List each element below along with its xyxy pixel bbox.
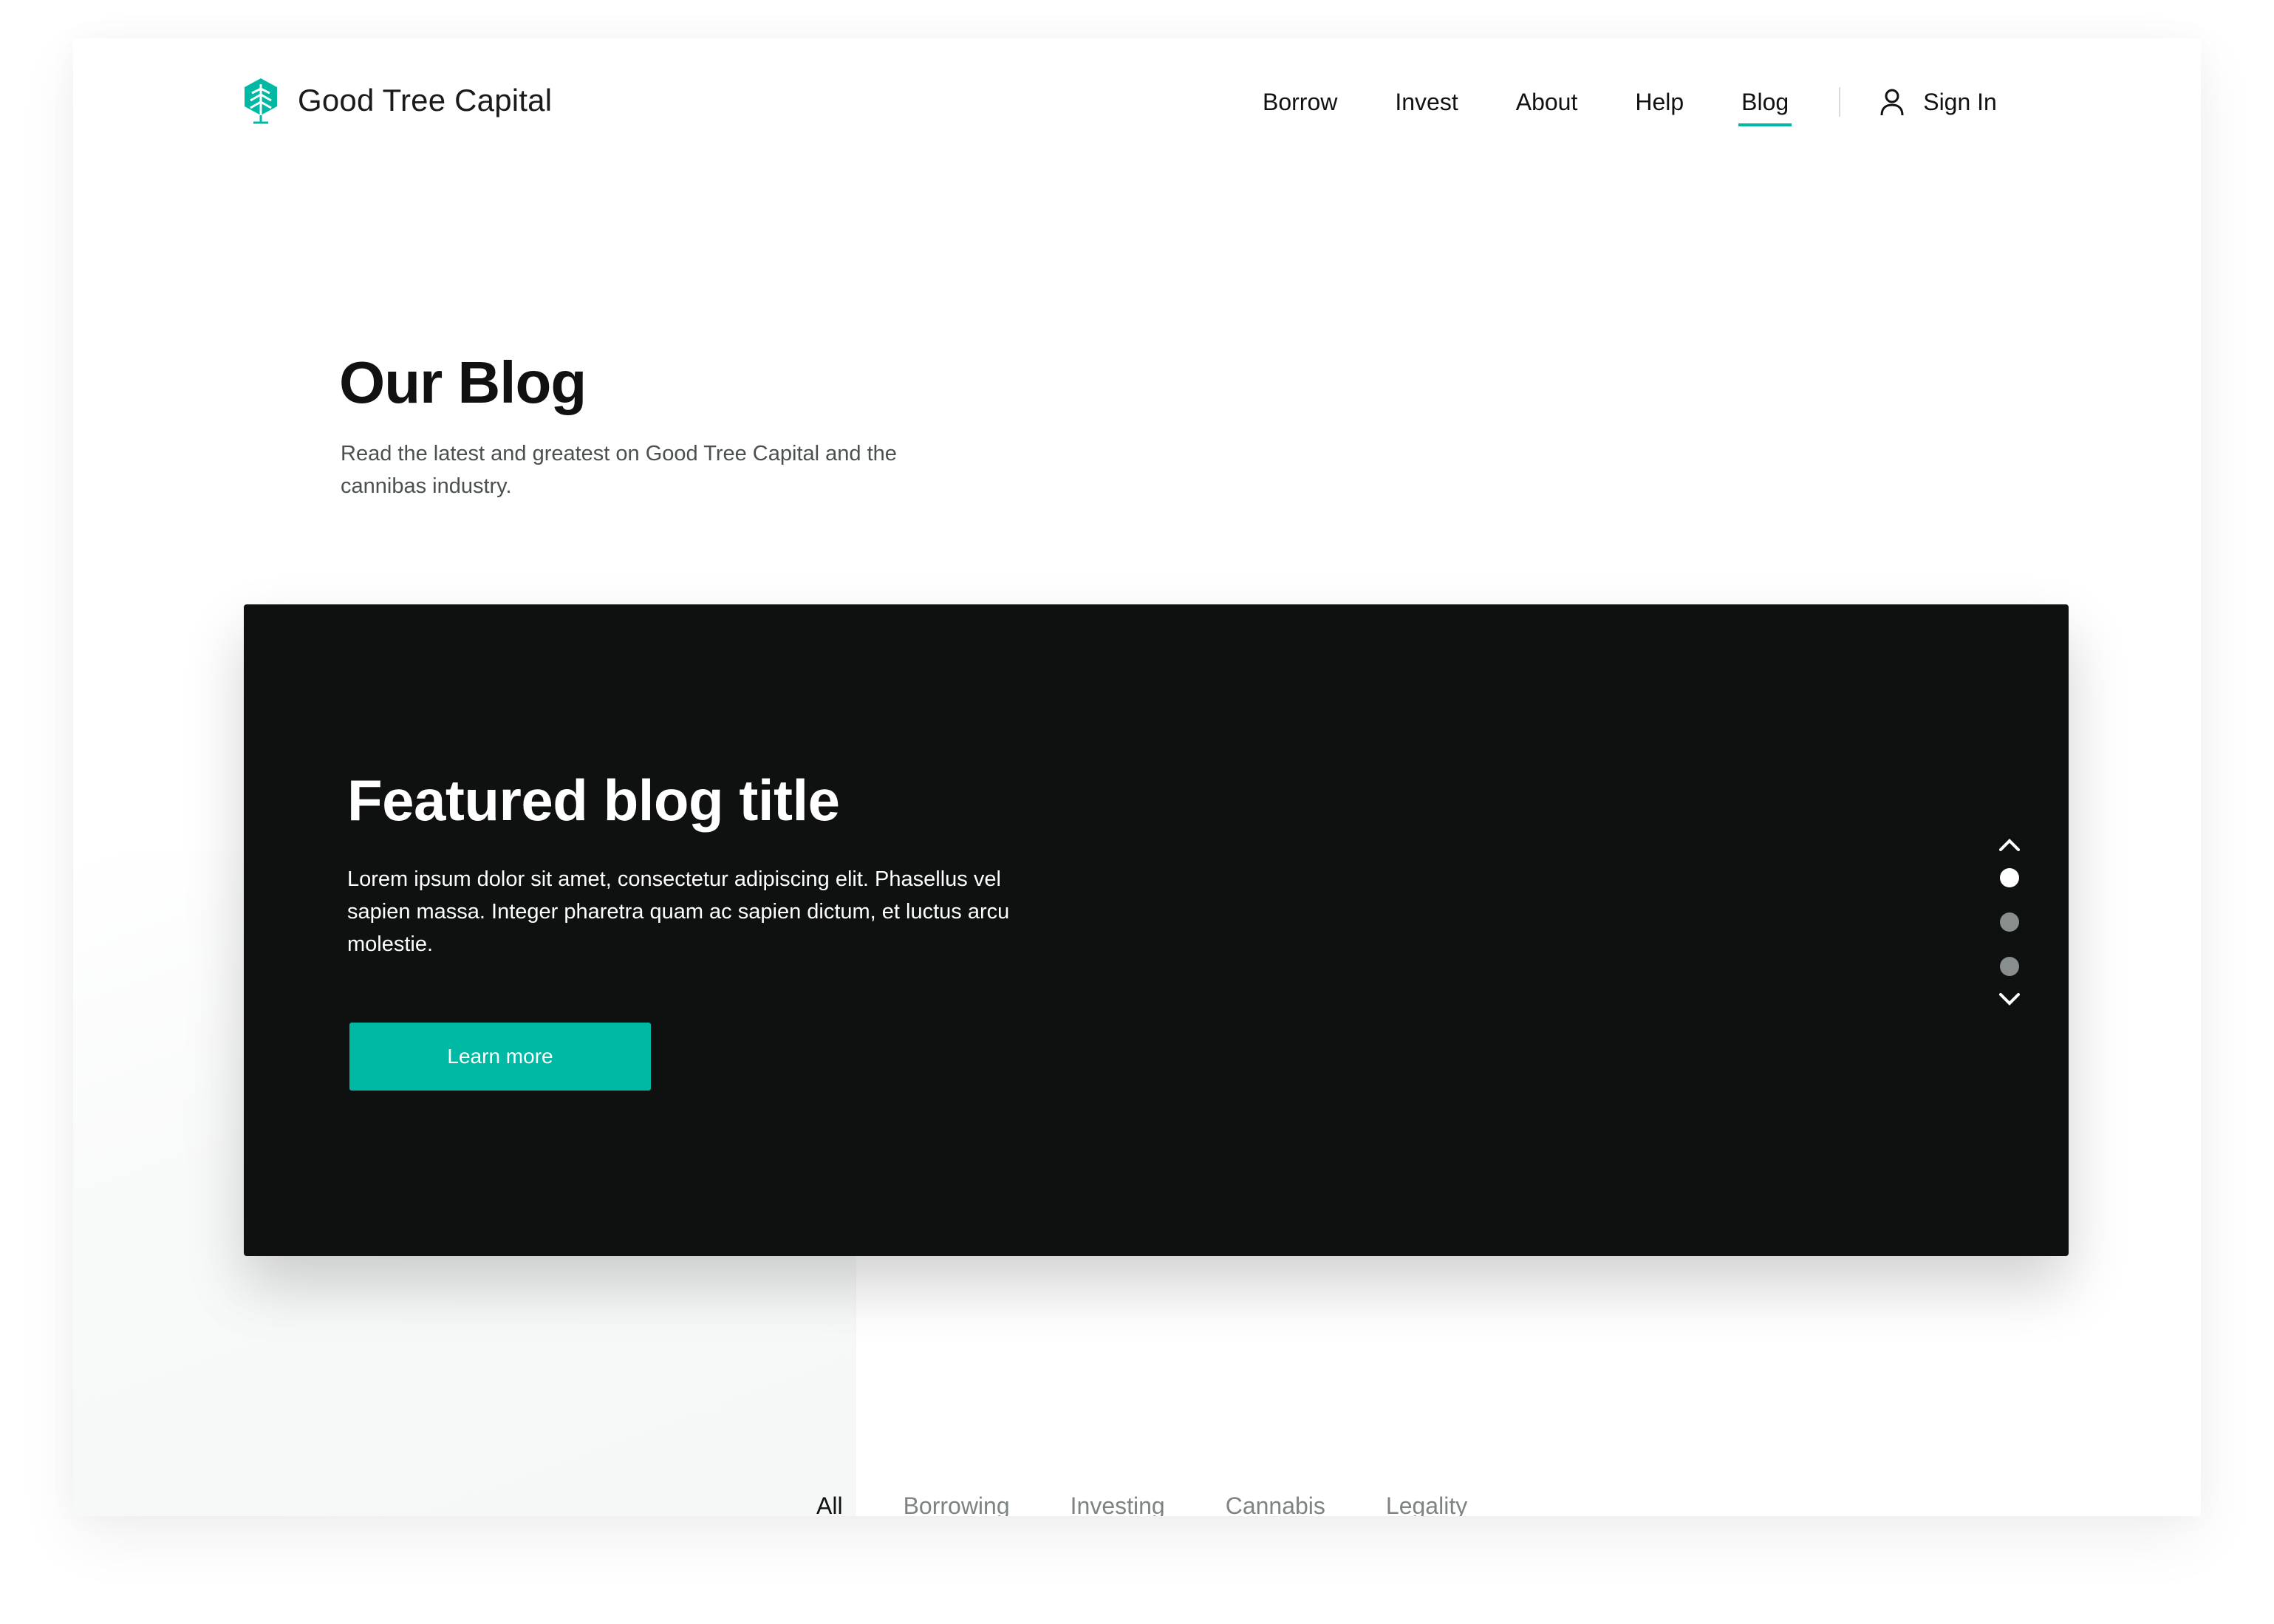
- carousel-dot-1[interactable]: [2000, 868, 2019, 887]
- main-nav: Borrow Invest About Help Blog Sign In: [1263, 80, 1997, 126]
- nav-item-blog[interactable]: Blog: [1738, 89, 1792, 126]
- nav-item-borrow[interactable]: Borrow: [1263, 89, 1337, 116]
- carousel-dot-2[interactable]: [2000, 912, 2019, 932]
- page-frame: Good Tree Capital Borrow Invest About He…: [73, 38, 2201, 1516]
- carousel-pager: [1987, 833, 2032, 1011]
- featured-title: Featured blog title: [347, 768, 840, 833]
- page-subtitle: Read the latest and greatest on Good Tre…: [341, 442, 897, 498]
- carousel-dot-3[interactable]: [2000, 957, 2019, 976]
- nav-item-about[interactable]: About: [1516, 89, 1578, 116]
- nav-divider: [1839, 87, 1841, 117]
- tab-investing[interactable]: Investing: [1071, 1492, 1165, 1516]
- brand-logo[interactable]: Good Tree Capital: [242, 77, 552, 124]
- sign-in-label: Sign In: [1923, 88, 1997, 115]
- tree-icon: [245, 78, 277, 124]
- sign-in-link[interactable]: Sign In: [1879, 87, 1997, 117]
- brand-name: Good Tree Capital: [298, 83, 553, 117]
- nav-item-help[interactable]: Help: [1635, 89, 1684, 116]
- category-tabs: All Borrowing Investing Cannabis Legalit…: [816, 1492, 1528, 1516]
- page-title: Our Blog: [339, 349, 587, 415]
- user-icon: [1880, 89, 1904, 116]
- featured-post-card: Featured blog title Lorem ipsum dolor si…: [244, 604, 2069, 1256]
- chevron-down-icon[interactable]: [1995, 989, 2024, 1011]
- tab-borrowing[interactable]: Borrowing: [904, 1492, 1010, 1516]
- tab-cannabis[interactable]: Cannabis: [1226, 1492, 1325, 1516]
- nav-item-invest[interactable]: Invest: [1395, 89, 1458, 116]
- featured-excerpt: Lorem ipsum dolor sit amet, consectetur …: [347, 867, 1010, 956]
- tab-legality[interactable]: Legality: [1386, 1492, 1467, 1516]
- chevron-up-icon[interactable]: [1995, 833, 2024, 856]
- tab-all[interactable]: All: [816, 1492, 843, 1516]
- learn-more-button[interactable]: Learn more: [349, 1023, 651, 1091]
